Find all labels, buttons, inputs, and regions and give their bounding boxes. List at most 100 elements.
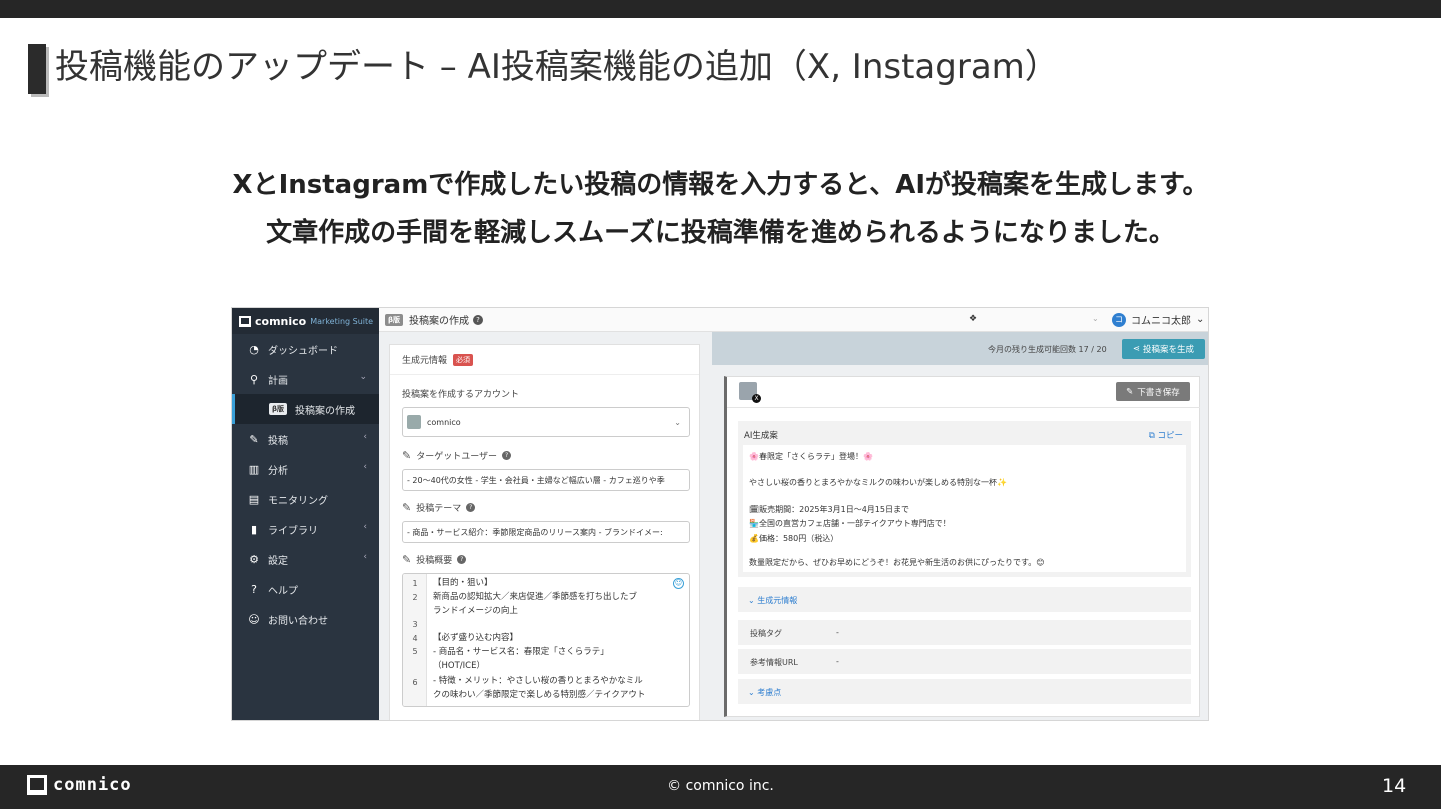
sidebar-item-label: 分析: [268, 465, 288, 477]
slide-title: 投稿機能のアップデート – AI投稿案機能の追加（X, Instagram）: [55, 47, 1059, 87]
line-number: 2: [412, 593, 418, 602]
line-number-gutter: 1 2 3 4 5 6: [403, 574, 427, 706]
divider: [727, 407, 1200, 408]
chevron-down-icon[interactable]: ⌄: [1092, 314, 1099, 323]
brand-suite: Marketing Suite: [310, 316, 374, 326]
share-icon: ⋖: [1132, 344, 1141, 354]
target-user-input[interactable]: - 20〜40代の女性 - 学生・会社員・主婦など幅広い層 - カフェ巡りや季: [402, 469, 690, 491]
help-icon[interactable]: ?: [457, 555, 467, 564]
account-select[interactable]: comnico ⌄: [402, 407, 690, 437]
account-label-text: 投稿案を作成するアカウント: [402, 390, 520, 400]
pencil-icon: ✎: [402, 553, 412, 566]
chevron-down-icon: ⌄: [359, 372, 367, 382]
chevron-left-icon: ‹: [363, 432, 367, 442]
bar-chart-icon: ▥: [248, 462, 260, 476]
sidebar-item-plan[interactable]: ⚲ 計画 ⌄: [232, 364, 379, 394]
user-name: コムニコ太郎: [1131, 316, 1191, 327]
notes-toggle-label: 考慮点: [757, 688, 782, 697]
summary-label: ✎ 投稿概要 ?: [402, 553, 467, 566]
user-menu[interactable]: コ コムニコ太郎 ⌄: [1112, 312, 1204, 327]
line-number: 4: [412, 634, 418, 643]
chevron-left-icon: ‹: [363, 522, 367, 532]
chevron-down-icon: ⌄: [674, 417, 681, 427]
save-draft-button[interactable]: ✎ 下書き保存: [1116, 382, 1190, 401]
sidebar-item-settings[interactable]: ⚙ 設定 ‹: [232, 544, 379, 574]
result-panel: 今月の残り生成可能回数 17 / 20 ⋖ 投稿案を生成 X ✎ 下書き保存 A…: [712, 332, 1208, 720]
sidebar-item-contact[interactable]: ☺ お問い合わせ: [232, 604, 379, 634]
required-badge: 必須: [453, 353, 474, 366]
ai-draft-title: AI生成案: [744, 431, 778, 441]
editor-line: （HOT/ICE）: [433, 661, 485, 671]
form-section-header: 生成元情報 必須: [390, 345, 699, 375]
draft-line: やさしい桜の香りとまろやかなミルクの味わいが楽しめる特別な一杯✨: [749, 478, 1007, 487]
chevron-left-icon: ‹: [363, 462, 367, 472]
source-info-toggle[interactable]: ⌄ 生成元情報: [738, 587, 1191, 612]
post-theme-input[interactable]: - 商品・サービス紹介：季節限定商品のリリース案内 - ブランドイメー:: [402, 521, 690, 543]
reference-url-label: 参考情報URL: [750, 658, 798, 667]
app-header: β版 投稿案の作成 ? ❖ ⌄ コ コムニコ太郎 ⌄: [379, 308, 1208, 332]
copy-label: コピー: [1157, 431, 1183, 441]
avatar: コ: [1112, 312, 1126, 327]
beta-badge: β版: [385, 313, 404, 326]
sidebar-item-label: 投稿案の作成: [295, 405, 356, 417]
post-summary-editor[interactable]: 1 2 3 4 5 6 【目的・狙い】 新商品の認知拡大／来店促進／季節感を打ち…: [402, 573, 690, 707]
line-number: 5: [412, 647, 418, 656]
pencil-icon: ✎: [402, 449, 412, 462]
beta-badge: β版: [269, 403, 288, 415]
reference-url-value: -: [836, 657, 839, 666]
sidebar-item-analytics[interactable]: ▥ 分析 ‹: [232, 454, 379, 484]
editor-line: - 商品名・サービス名：春限定「さくらラテ」: [433, 647, 609, 657]
account-select-value: comnico: [427, 417, 461, 427]
line-number: 6: [412, 678, 418, 687]
sidebar-item-post[interactable]: ✎ 投稿 ‹: [232, 424, 379, 454]
draft-line: 数量限定だから、ぜひお早めにどうぞ！お花見や新生活のお供にぴったりです。😊: [749, 558, 1045, 567]
sidebar-item-help[interactable]: ? ヘルプ: [232, 574, 379, 604]
sidebar-item-library[interactable]: ▮ ライブラリ ‹: [232, 514, 379, 544]
sidebar-item-label: 計画: [268, 375, 288, 387]
editor-line: ランドイメージの向上: [433, 606, 518, 616]
help-icon: ?: [251, 582, 257, 596]
sidebar-item-label: ライブラリ: [268, 525, 318, 537]
book-icon: ▮: [250, 522, 258, 536]
reference-url-row: 参考情報URL -: [738, 649, 1191, 674]
theme-label: ✎ 投稿テーマ ?: [402, 501, 476, 514]
account-group-icon[interactable]: ❖: [969, 314, 977, 324]
draft-line: 🗓販売期間：2025年3月1日〜4月15日まで: [749, 505, 909, 514]
notes-toggle[interactable]: ⌄ 考慮点: [738, 679, 1191, 704]
editor-line: 【目的・狙い】: [433, 578, 493, 588]
help-icon[interactable]: ?: [466, 503, 476, 512]
sidebar-item-label: 設定: [268, 555, 288, 567]
sidebar-item-dashboard[interactable]: ◔ ダッシュボード: [232, 334, 379, 364]
dashboard-icon: ◔: [249, 342, 259, 356]
summary-label-text: 投稿概要: [416, 556, 453, 566]
remaining-label: 今月の残り生成可能回数: [988, 345, 1076, 354]
help-icon[interactable]: ?: [473, 314, 484, 325]
sidebar-item-monitoring[interactable]: ▤ モニタリング: [232, 484, 379, 514]
post-tag-label: 投稿タグ: [750, 629, 782, 638]
sidebar-item-create-post-draft[interactable]: β版 投稿案の作成: [232, 394, 379, 424]
title-accent-bar: [28, 44, 46, 94]
generate-draft-button[interactable]: ⋖ 投稿案を生成: [1122, 339, 1205, 359]
sidebar: comnico Marketing Suite ◔ ダッシュボード ⚲ 計画 ⌄…: [232, 308, 379, 720]
x-logo-icon: X: [752, 394, 761, 403]
remaining-generations: 今月の残り生成可能回数 17 / 20: [988, 344, 1107, 355]
support-icon: ☺: [248, 612, 260, 626]
section-title: 生成元情報: [402, 356, 448, 366]
draft-line: 💰価格：580円（税込）: [749, 534, 839, 543]
draft-card: X ✎ 下書き保存 AI生成案 ⧉ コピー 🌸春限定「さくらラテ」登場！🌸 やさ…: [724, 376, 1200, 717]
post-tag-row: 投稿タグ -: [738, 620, 1191, 645]
editor-line: - 特徴・メリット：やさしい桜の香りとまろやかなミル: [433, 676, 643, 686]
emoji-picker-icon[interactable]: ☺: [673, 578, 684, 589]
editor-line: 【必ず盛り込む内容】: [433, 633, 519, 643]
pencil-icon: ✎: [249, 432, 259, 446]
help-icon[interactable]: ?: [502, 451, 512, 460]
editor-line: 新商品の認知拡大／来店促進／季節感を打ち出したブ: [433, 592, 638, 602]
page-number: 14: [1382, 775, 1407, 797]
lead-text-line-2: 文章作成の手間を軽減しスムーズに投稿準備を進められるようになりました。: [266, 218, 1175, 248]
copy-button[interactable]: ⧉ コピー: [1149, 429, 1183, 441]
chevron-down-icon: ⌄: [748, 596, 758, 605]
copy-icon: ⧉: [1148, 431, 1155, 441]
theme-label-text: 投稿テーマ: [416, 504, 462, 514]
app-brand[interactable]: comnico Marketing Suite: [232, 308, 379, 334]
sidebar-item-label: モニタリング: [268, 495, 328, 507]
